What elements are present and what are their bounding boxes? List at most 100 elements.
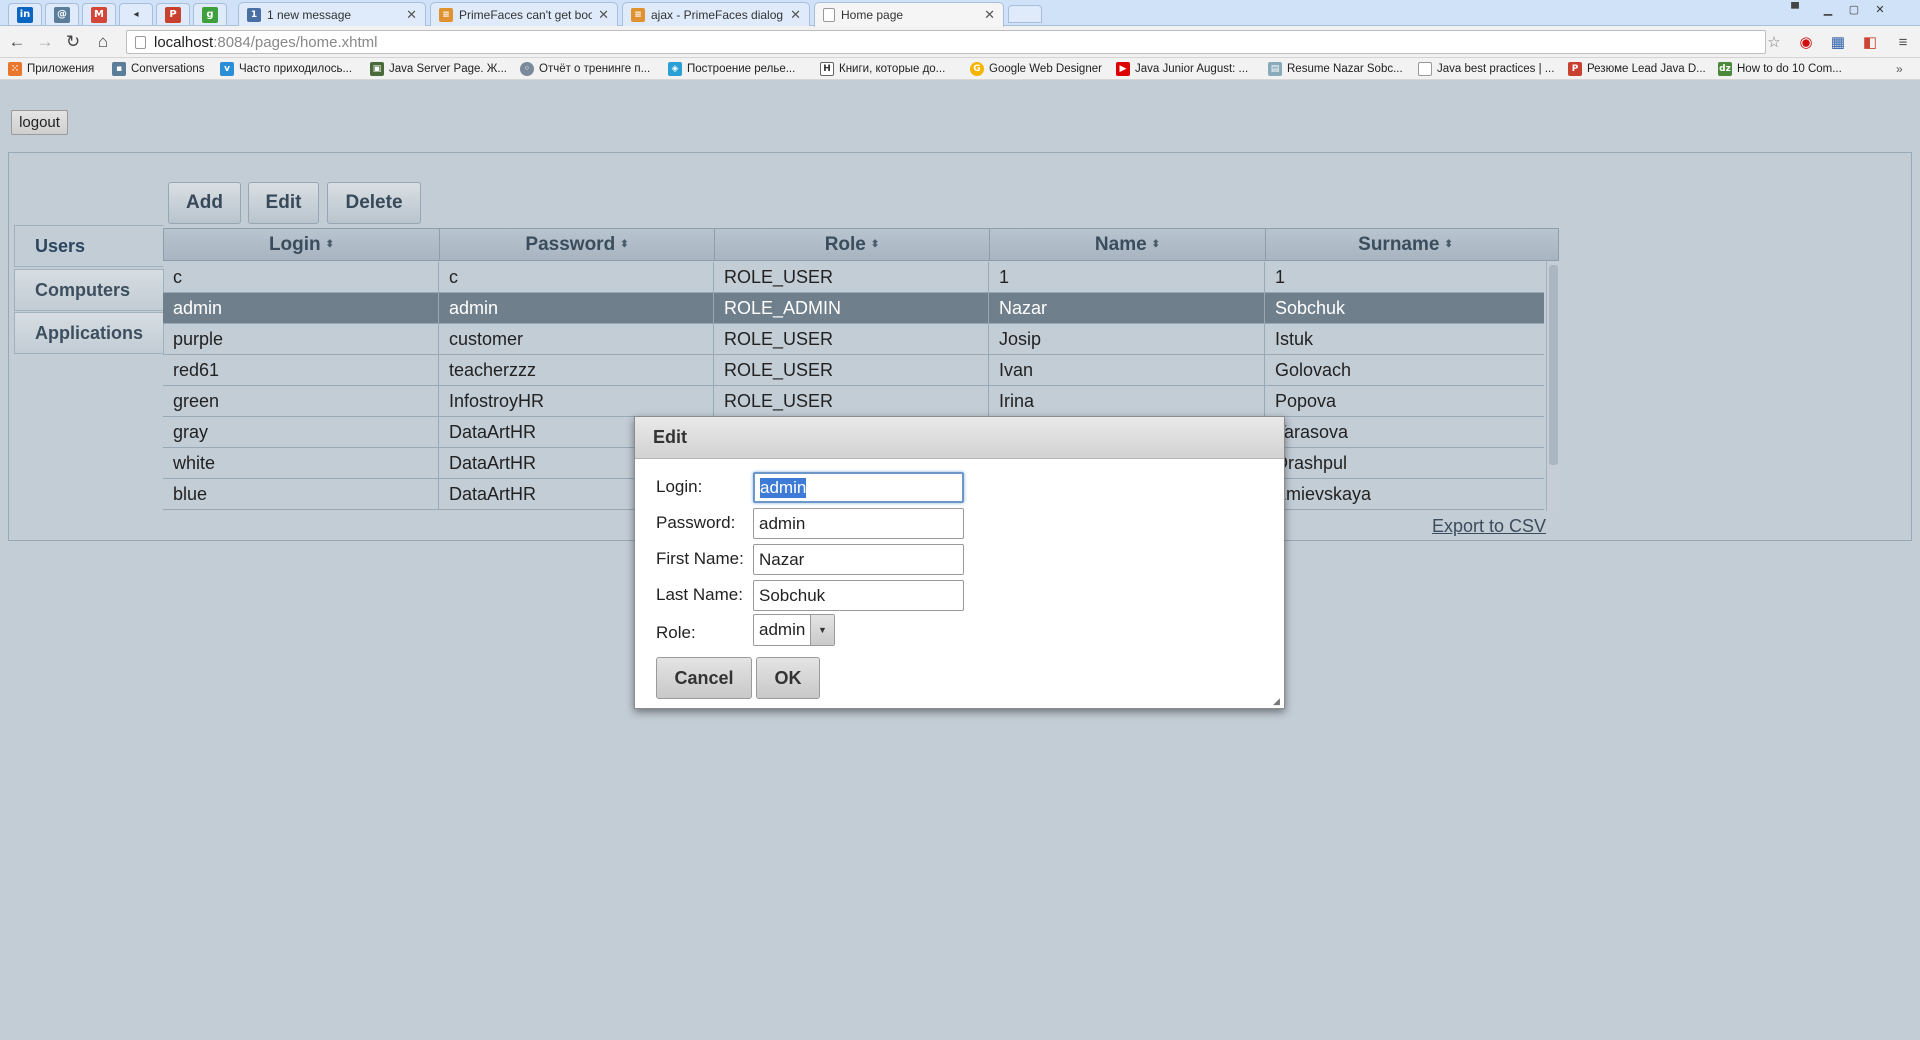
bookmark-label: Построение релье... <box>687 63 796 75</box>
close-icon[interactable]: ✕ <box>790 7 801 23</box>
side-tab-applications[interactable]: Applications <box>14 312 164 354</box>
password-field[interactable] <box>753 508 964 539</box>
first-name-field[interactable] <box>753 544 964 575</box>
tab-home-page[interactable]: Home page ✕ <box>814 2 1004 27</box>
maximize-icon[interactable]: ▢ <box>1841 0 1867 18</box>
bookmark-report[interactable]: ◦ Отчёт о тренинге п... <box>520 61 650 77</box>
relief-icon: ◈ <box>668 62 682 76</box>
table-cell: c <box>163 262 439 292</box>
delete-button[interactable]: Delete <box>327 182 421 224</box>
edit-button[interactable]: Edit <box>248 182 319 224</box>
bookmark-books[interactable]: H Книги, которые до... <box>820 61 945 77</box>
dialog-title[interactable]: Edit <box>635 417 1284 459</box>
pinned-tab-gmail[interactable]: M <box>82 3 116 25</box>
close-icon[interactable]: ✕ <box>598 7 609 23</box>
table-cell: ROLE_USER <box>714 386 989 416</box>
minimize-icon[interactable]: ▁ <box>1815 0 1841 18</box>
table-cell: Golovach <box>1275 359 1352 380</box>
logout-button[interactable]: logout <box>11 110 68 135</box>
table-cell: Nazar <box>989 293 1265 323</box>
bookmark-label: Resume Nazar Sobc... <box>1287 63 1403 75</box>
bookmark-resume-nazar[interactable]: ▤ Resume Nazar Sobc... <box>1268 61 1403 77</box>
side-tab-users[interactable]: Users <box>14 225 164 267</box>
tab-title: Home page <box>841 8 904 22</box>
pinned-tab-audio[interactable]: ◂ <box>119 3 153 25</box>
table-row[interactable]: green InfostroyHR ROLE_USER Irina Popova <box>163 386 1544 417</box>
url-path: :8084/pages/home.xhtml <box>213 33 378 51</box>
pinned-tab-linkedin[interactable]: in <box>8 3 42 25</box>
tab-new-message[interactable]: 1 1 new message ✕ <box>238 2 426 26</box>
pinned-tab-pdf[interactable]: P <box>156 3 190 25</box>
forward-icon[interactable]: → <box>34 31 56 53</box>
bookmark-google-web-designer[interactable]: G Google Web Designer <box>970 61 1102 77</box>
pinned-tab-green[interactable]: g <box>193 3 227 25</box>
home-icon[interactable]: ⌂ <box>92 31 114 53</box>
user-icon[interactable]: ▀ <box>1782 0 1808 18</box>
table-scrollbar[interactable] <box>1546 261 1559 511</box>
apps-grid-icon[interactable]: ▦ <box>1829 33 1847 51</box>
column-header-login[interactable]: Login ⬍ <box>164 229 440 260</box>
bookmark-conversations[interactable]: ▪ Conversations <box>112 61 205 77</box>
side-tab-computers[interactable]: Computers <box>14 269 164 311</box>
scrollbar-thumb[interactable] <box>1549 265 1558 465</box>
add-button[interactable]: Add <box>168 182 241 224</box>
login-field[interactable]: admin <box>753 472 964 503</box>
close-icon[interactable]: ✕ <box>984 7 995 23</box>
table-cell: purple <box>163 324 439 354</box>
address-bar[interactable]: localhost:8084/pages/home.xhtml <box>126 30 1766 54</box>
back-icon[interactable]: ← <box>6 31 28 53</box>
close-window-icon[interactable]: ✕ <box>1867 0 1893 18</box>
document-p-icon: P <box>1568 62 1582 76</box>
table-cell: ROLE_USER <box>714 324 989 354</box>
table-row[interactable]: red61 teacherzzz ROLE_USER Ivan Golovach <box>163 355 1544 386</box>
bookmark-label: Conversations <box>131 63 205 75</box>
column-label: Name <box>1094 233 1147 255</box>
table-cell: blue <box>163 479 439 509</box>
star-icon[interactable]: ☆ <box>1765 33 1783 51</box>
bookmark-java-junior[interactable]: ▶ Java Junior August: ... <box>1116 61 1248 77</box>
chevron-down-icon[interactable]: ▼ <box>810 615 834 645</box>
last-name-field[interactable] <box>753 580 964 611</box>
column-header-password[interactable]: Password ⬍ <box>440 229 715 260</box>
column-header-surname[interactable]: Surname ⬍ <box>1266 229 1545 260</box>
reload-icon[interactable]: ↻ <box>62 31 84 53</box>
pinned-tab-mail[interactable]: @ <box>45 3 79 25</box>
table-cell: 1 <box>989 262 1265 292</box>
tab-primefaces-question[interactable]: ≡ PrimeFaces can't get bool ✕ <box>430 2 618 26</box>
ok-button[interactable]: OK <box>756 657 820 699</box>
table-row[interactable]: purple customer ROLE_USER Josip Istuk <box>163 324 1544 355</box>
role-select[interactable]: admin ▼ <box>753 614 835 646</box>
table-row[interactable]: c c ROLE_USER 1 1 <box>163 262 1544 293</box>
close-icon[interactable]: ✕ <box>406 7 417 23</box>
table-cell: ROLE_ADMIN <box>714 293 989 323</box>
role-label: Role: <box>656 623 696 642</box>
new-tab-button[interactable] <box>1008 5 1042 23</box>
bookmark-label: Книги, которые до... <box>839 63 946 75</box>
bookmark-how-to[interactable]: dz How to do 10 Com... <box>1718 61 1842 77</box>
tab-ajax-question[interactable]: ≡ ajax - PrimeFaces dialog d ✕ <box>622 2 810 26</box>
bookmarks-overflow-icon[interactable]: » <box>1896 61 1903 77</box>
tab-title: ajax - PrimeFaces dialog d <box>651 7 785 22</box>
bookmark-label: Java best practices | ... <box>1437 63 1555 75</box>
export-csv-link[interactable]: Export to CSV <box>1432 516 1546 537</box>
extension-icon[interactable]: ◧ <box>1861 33 1879 51</box>
table-row[interactable]: admin admin ROLE_ADMIN Nazar Sobchuk <box>163 293 1544 324</box>
table-cell: Josip <box>989 324 1265 354</box>
bookmark-java-best-practices[interactable]: Java best practices | ... <box>1418 61 1554 77</box>
menu-icon[interactable]: ≡ <box>1894 33 1912 51</box>
resize-handle-icon[interactable]: ◢ <box>1273 697 1282 706</box>
table-cell: Popova <box>1275 390 1337 411</box>
bookmark-apps[interactable]: ⁙ Приложения <box>8 61 94 77</box>
cancel-button[interactable]: Cancel <box>656 657 752 699</box>
bookmark-relief[interactable]: ◈ Построение релье... <box>668 61 795 77</box>
bookmark-resume-lead[interactable]: P Резюме Lead Java D... <box>1568 61 1706 77</box>
column-header-name[interactable]: Name ⬍ <box>990 229 1266 260</box>
google-icon: G <box>970 62 984 76</box>
table-cell: Drashpul <box>1275 452 1348 473</box>
bookmark-chasto[interactable]: v Часто приходилось... <box>220 61 352 77</box>
table-cell: white <box>163 448 439 478</box>
opera-icon[interactable]: ◉ <box>1797 33 1815 51</box>
role-value: admin <box>759 620 806 639</box>
column-header-role[interactable]: Role ⬍ <box>715 229 990 260</box>
bookmark-jsp[interactable]: ▣ Java Server Page. Ж... <box>370 61 507 77</box>
